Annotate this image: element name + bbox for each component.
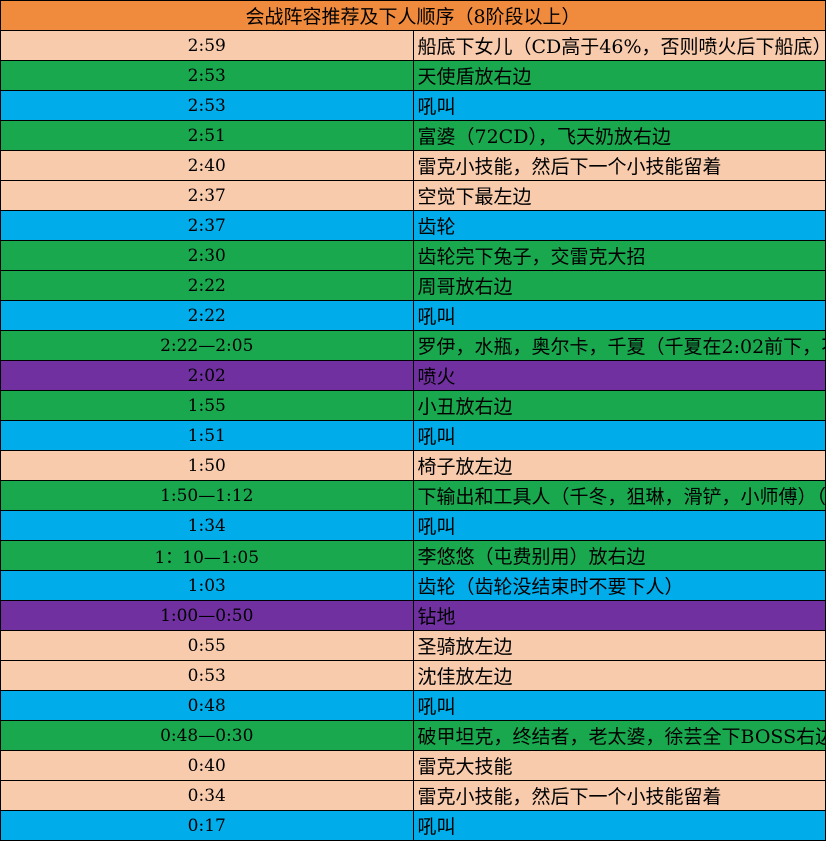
time-cell[interactable]: 1:00—0:50 (0, 600, 414, 631)
time-cell[interactable]: 1:34 (0, 510, 414, 541)
action-cell[interactable]: 雷克大技能 (412, 750, 826, 781)
time-cell[interactable]: 2:51 (0, 120, 414, 151)
action-cell[interactable]: 吼叫 (412, 300, 826, 331)
table-row: 2:53 吼叫 (0, 90, 826, 121)
time-cell[interactable]: 2:53 (0, 90, 414, 121)
time-cell[interactable]: 1:55 (0, 390, 414, 421)
time-cell[interactable]: 2:22 (0, 300, 414, 331)
action-cell[interactable]: 空觉下最左边 (412, 180, 826, 211)
action-cell[interactable]: 钻地 (412, 600, 826, 631)
table-row: 0:55 圣骑放左边 (0, 630, 826, 661)
action-cell[interactable]: 天使盾放右边 (412, 60, 826, 91)
time-cell[interactable]: 0:17 (0, 810, 414, 841)
time-cell[interactable]: 2:37 (0, 210, 414, 241)
table-row: 1：10—1:05 李悠悠（屯费别用）放右边 (0, 540, 826, 571)
table-row: 2:22 周哥放右边 (0, 270, 826, 301)
action-cell[interactable]: 雷克小技能，然后下一个小技能留着 (412, 780, 826, 811)
action-cell[interactable]: 圣骑放左边 (412, 630, 826, 661)
action-cell[interactable]: 罗伊，水瓶，奥尔卡，千夏（千夏在2:02前下，不然调到奥尔卡前） (412, 330, 826, 361)
action-cell[interactable]: 喷火 (412, 360, 826, 391)
time-cell[interactable]: 0:34 (0, 780, 414, 811)
action-cell[interactable]: 下输出和工具人（千冬，狙琳，滑铲，小师傅）（右边） (412, 480, 826, 511)
action-cell[interactable]: 船底下女儿（CD高于46%，否则喷火后下船底） (412, 30, 826, 61)
action-cell[interactable]: 吼叫 (412, 510, 826, 541)
time-cell[interactable]: 1：10—1:05 (0, 540, 414, 571)
table-row: 0:34 雷克小技能，然后下一个小技能留着 (0, 780, 826, 811)
action-cell[interactable]: 破甲坦克，终结者，老太婆，徐芸全下BOSS右边 (412, 720, 826, 751)
schedule-table: 会战阵容推荐及下人顺序（8阶段以上） 2:59 船底下女儿（CD高于46%，否则喷… (0, 0, 826, 841)
action-cell[interactable]: 吼叫 (412, 90, 826, 121)
time-cell[interactable]: 1:50—1:12 (0, 480, 414, 511)
table-row: 2:37 空觉下最左边 (0, 180, 826, 211)
action-cell[interactable]: 富婆（72CD），飞天奶放右边 (412, 120, 826, 151)
table-row: 0:53 沈佳放左边 (0, 660, 826, 691)
time-cell[interactable]: 2:40 (0, 150, 414, 181)
table-row: 2:40 雷克小技能，然后下一个小技能留着 (0, 150, 826, 181)
table-row: 1:03 齿轮（齿轮没结束时不要下人） (0, 570, 826, 601)
table-row: 0:17 吼叫 (0, 810, 826, 841)
table-row: 1:50 椅子放左边 (0, 450, 826, 481)
table-row: 2:30 齿轮完下兔子，交雷克大招 (0, 240, 826, 271)
table-row: 1:34 吼叫 (0, 510, 826, 541)
time-cell[interactable]: 0:53 (0, 660, 414, 691)
time-cell[interactable]: 2:02 (0, 360, 414, 391)
action-cell[interactable]: 沈佳放左边 (412, 660, 826, 691)
table-row: 2:02 喷火 (0, 360, 826, 391)
table-row: 1:55 小丑放右边 (0, 390, 826, 421)
time-cell[interactable]: 1:03 (0, 570, 414, 601)
time-cell[interactable]: 2:59 (0, 30, 414, 61)
time-cell[interactable]: 0:40 (0, 750, 414, 781)
action-cell[interactable]: 齿轮（齿轮没结束时不要下人） (412, 570, 826, 601)
table-row: 2:59 船底下女儿（CD高于46%，否则喷火后下船底） (0, 30, 826, 61)
time-cell[interactable]: 2:53 (0, 60, 414, 91)
action-cell[interactable]: 吼叫 (412, 690, 826, 721)
time-cell[interactable]: 0:48 (0, 690, 414, 721)
action-cell[interactable]: 小丑放右边 (412, 390, 826, 421)
table-row: 2:51 富婆（72CD），飞天奶放右边 (0, 120, 826, 151)
table-row: 1:50—1:12下输出和工具人（千冬，狙琳，滑铲，小师傅）（右边） (0, 480, 826, 511)
action-cell[interactable]: 吼叫 (412, 420, 826, 451)
action-cell[interactable]: 齿轮完下兔子，交雷克大招 (412, 240, 826, 271)
action-cell[interactable]: 周哥放右边 (412, 270, 826, 301)
table-row: 2:22—2:05罗伊，水瓶，奥尔卡，千夏（千夏在2:02前下，不然调到奥尔卡前… (0, 330, 826, 361)
table-row: 1:00—0:50 钻地 (0, 600, 826, 631)
action-cell[interactable]: 李悠悠（屯费别用）放右边 (412, 540, 826, 571)
time-cell[interactable]: 2:37 (0, 180, 414, 211)
time-cell[interactable]: 0:48—0:30 (0, 720, 414, 751)
action-cell[interactable]: 吼叫 (412, 810, 826, 841)
action-cell[interactable]: 椅子放左边 (412, 450, 826, 481)
table-row: 2:53 天使盾放右边 (0, 60, 826, 91)
table-row: 0:40 雷克大技能 (0, 750, 826, 781)
table-row: 2:22 吼叫 (0, 300, 826, 331)
time-cell[interactable]: 2:22 (0, 270, 414, 301)
time-cell[interactable]: 1:51 (0, 420, 414, 451)
table-row: 2:37 齿轮 (0, 210, 826, 241)
table-row: 0:48—0:30 破甲坦克，终结者，老太婆，徐芸全下BOSS右边 (0, 720, 826, 751)
time-cell[interactable]: 2:22—2:05 (0, 330, 414, 361)
time-cell[interactable]: 2:30 (0, 240, 414, 271)
table-title[interactable]: 会战阵容推荐及下人顺序（8阶段以上） (0, 0, 826, 31)
time-cell[interactable]: 0:55 (0, 630, 414, 661)
title-row: 会战阵容推荐及下人顺序（8阶段以上） (0, 0, 826, 31)
action-cell[interactable]: 齿轮 (412, 210, 826, 241)
table-row: 1:51 吼叫 (0, 420, 826, 451)
table-row: 0:48 吼叫 (0, 690, 826, 721)
action-cell[interactable]: 雷克小技能，然后下一个小技能留着 (412, 150, 826, 181)
time-cell[interactable]: 1:50 (0, 450, 414, 481)
